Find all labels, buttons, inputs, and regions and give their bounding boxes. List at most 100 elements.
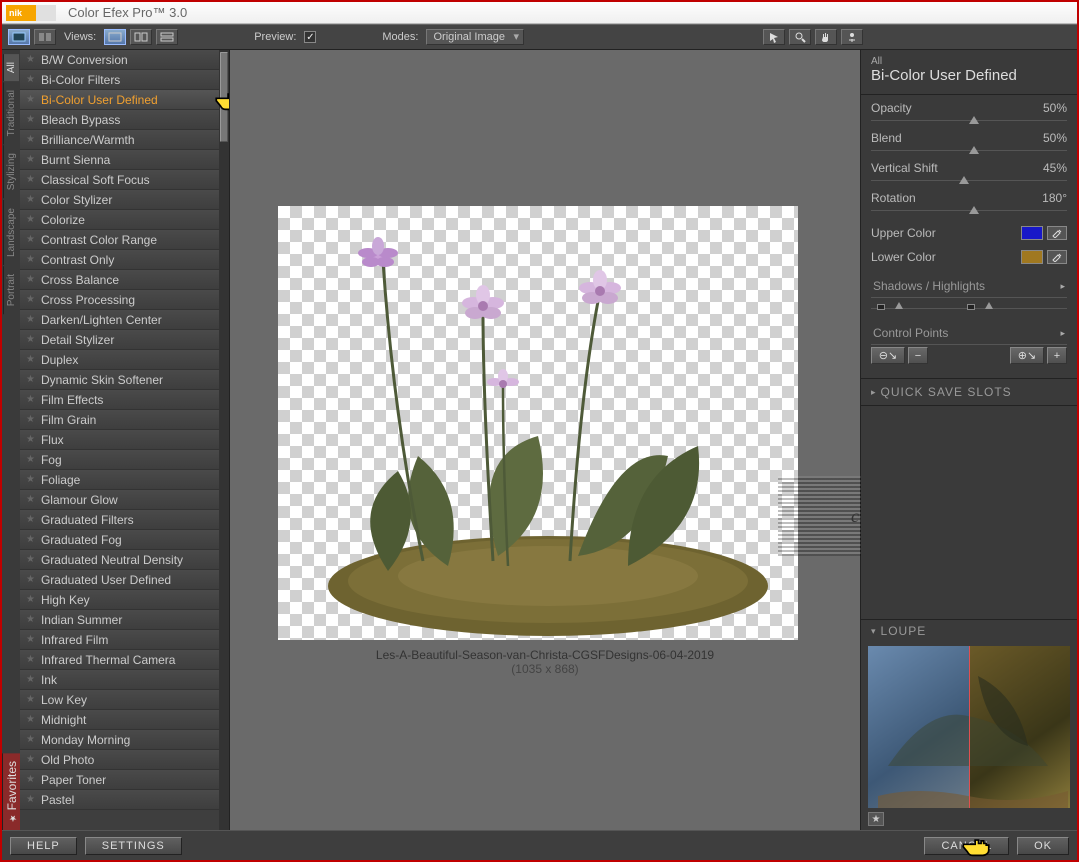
ok-button[interactable]: OK: [1017, 837, 1069, 855]
filter-item[interactable]: ★Darken/Lighten Center: [20, 310, 219, 330]
filter-item[interactable]: ★Old Photo: [20, 750, 219, 770]
slider-track[interactable]: [871, 207, 1067, 215]
favorite-star-icon[interactable]: ★: [26, 474, 35, 485]
filter-item[interactable]: ★Graduated Neutral Density: [20, 550, 219, 570]
favorite-star-icon[interactable]: ★: [26, 94, 35, 105]
filter-item[interactable]: ★Cross Processing: [20, 290, 219, 310]
slider-thumb[interactable]: [969, 116, 979, 124]
favorite-star-icon[interactable]: ★: [26, 174, 35, 185]
filter-item[interactable]: ★Detail Stylizer: [20, 330, 219, 350]
filter-item[interactable]: ★Infrared Thermal Camera: [20, 650, 219, 670]
filter-item[interactable]: ★Color Stylizer: [20, 190, 219, 210]
filter-item[interactable]: ★Film Effects: [20, 390, 219, 410]
help-button[interactable]: HELP: [10, 837, 77, 855]
favorite-star-icon[interactable]: ★: [26, 214, 35, 225]
filter-item[interactable]: ★Fog: [20, 450, 219, 470]
favorite-star-icon[interactable]: ★: [26, 234, 35, 245]
favorite-star-icon[interactable]: ★: [26, 494, 35, 505]
filter-item[interactable]: ★Bi-Color Filters: [20, 70, 219, 90]
filter-scrollbar[interactable]: [219, 50, 229, 830]
favorite-star-icon[interactable]: ★: [26, 334, 35, 345]
filter-item[interactable]: ★Contrast Only: [20, 250, 219, 270]
control-point-add-pos[interactable]: ⊕↘: [1010, 347, 1044, 364]
view-single-icon[interactable]: [8, 29, 30, 45]
filter-item[interactable]: ★Graduated User Defined: [20, 570, 219, 590]
layout-1-icon[interactable]: [104, 29, 126, 45]
favorite-star-icon[interactable]: ★: [26, 694, 35, 705]
favorite-star-icon[interactable]: ★: [26, 654, 35, 665]
arrow-tool-icon[interactable]: [763, 29, 785, 45]
favorite-star-icon[interactable]: ★: [26, 134, 35, 145]
slider-thumb[interactable]: [969, 206, 979, 214]
favorite-star-icon[interactable]: ★: [26, 274, 35, 285]
layout-2-icon[interactable]: [130, 29, 152, 45]
filter-item[interactable]: ★Midnight: [20, 710, 219, 730]
favorite-star-icon[interactable]: ★: [26, 794, 35, 805]
favorite-star-icon[interactable]: ★: [26, 394, 35, 405]
favorite-star-icon[interactable]: ★: [26, 554, 35, 565]
tab-favorites[interactable]: ★Favorites: [2, 753, 21, 830]
tab-traditional[interactable]: Traditional: [3, 82, 19, 144]
lower-color-picker-icon[interactable]: [1047, 250, 1067, 264]
upper-color-picker-icon[interactable]: [1047, 226, 1067, 240]
layout-3-icon[interactable]: [156, 29, 178, 45]
filter-item[interactable]: ★Brilliance/Warmth: [20, 130, 219, 150]
shadows-highlights-head[interactable]: Shadows / Highlights ▸: [871, 275, 1067, 298]
tab-all[interactable]: All: [3, 54, 19, 81]
tab-landscape[interactable]: Landscape: [3, 200, 19, 265]
view-split-icon[interactable]: [34, 29, 56, 45]
filter-item[interactable]: ★Infrared Film: [20, 630, 219, 650]
lower-color-swatch[interactable]: [1021, 250, 1043, 264]
favorite-star-icon[interactable]: ★: [26, 414, 35, 425]
filter-item[interactable]: ★Monday Morning: [20, 730, 219, 750]
filter-item[interactable]: ★Flux: [20, 430, 219, 450]
filter-item[interactable]: ★Bi-Color User Defined: [20, 90, 219, 110]
filter-item[interactable]: ★High Key: [20, 590, 219, 610]
bg-toggle-icon[interactable]: [841, 29, 863, 45]
favorite-star-icon[interactable]: ★: [26, 574, 35, 585]
favorite-star-icon[interactable]: ★: [26, 154, 35, 165]
filter-item[interactable]: ★Pastel: [20, 790, 219, 810]
favorite-star-icon[interactable]: ★: [26, 74, 35, 85]
filter-item[interactable]: ★B/W Conversion: [20, 50, 219, 70]
favorite-star-icon[interactable]: ★: [26, 754, 35, 765]
filter-item[interactable]: ★Cross Balance: [20, 270, 219, 290]
hand-tool-icon[interactable]: [815, 29, 837, 45]
filter-item[interactable]: ★Paper Toner: [20, 770, 219, 790]
favorite-star-icon[interactable]: ★: [26, 314, 35, 325]
favorite-star-icon[interactable]: ★: [26, 774, 35, 785]
shadows-highlights-slider[interactable]: [871, 302, 1067, 312]
favorite-star-icon[interactable]: ★: [26, 114, 35, 125]
filter-item[interactable]: ★Low Key: [20, 690, 219, 710]
favorite-star-icon[interactable]: ★: [26, 734, 35, 745]
upper-color-swatch[interactable]: [1021, 226, 1043, 240]
quick-save-row[interactable]: ▸ QUICK SAVE SLOTS: [861, 378, 1077, 406]
favorite-star-icon[interactable]: ★: [26, 434, 35, 445]
filter-item[interactable]: ★Indian Summer: [20, 610, 219, 630]
zoom-tool-icon[interactable]: [789, 29, 811, 45]
favorite-star-icon[interactable]: ★: [26, 54, 35, 65]
slider-track[interactable]: [871, 147, 1067, 155]
filter-item[interactable]: ★Ink: [20, 670, 219, 690]
favorite-star-icon[interactable]: ★: [26, 454, 35, 465]
loupe-pin-icon[interactable]: ★: [868, 812, 884, 826]
slider-track[interactable]: [871, 177, 1067, 185]
favorite-star-icon[interactable]: ★: [26, 534, 35, 545]
preview-canvas[interactable]: claudia: [278, 206, 798, 640]
filter-item[interactable]: ★Foliage: [20, 470, 219, 490]
favorite-star-icon[interactable]: ★: [26, 714, 35, 725]
loupe-preview[interactable]: [868, 646, 1070, 808]
tab-stylizing[interactable]: Stylizing: [3, 145, 19, 198]
favorite-star-icon[interactable]: ★: [26, 194, 35, 205]
settings-button[interactable]: SETTINGS: [85, 837, 182, 855]
favorite-star-icon[interactable]: ★: [26, 254, 35, 265]
filter-item[interactable]: ★Graduated Filters: [20, 510, 219, 530]
filter-item[interactable]: ★Duplex: [20, 350, 219, 370]
slider-track[interactable]: [871, 117, 1067, 125]
filter-item[interactable]: ★Contrast Color Range: [20, 230, 219, 250]
favorite-star-icon[interactable]: ★: [26, 614, 35, 625]
loupe-head[interactable]: ▾ LOUPE: [861, 620, 1077, 642]
slider-thumb[interactable]: [959, 176, 969, 184]
slider-thumb[interactable]: [969, 146, 979, 154]
preview-checkbox[interactable]: ✓: [304, 31, 316, 43]
